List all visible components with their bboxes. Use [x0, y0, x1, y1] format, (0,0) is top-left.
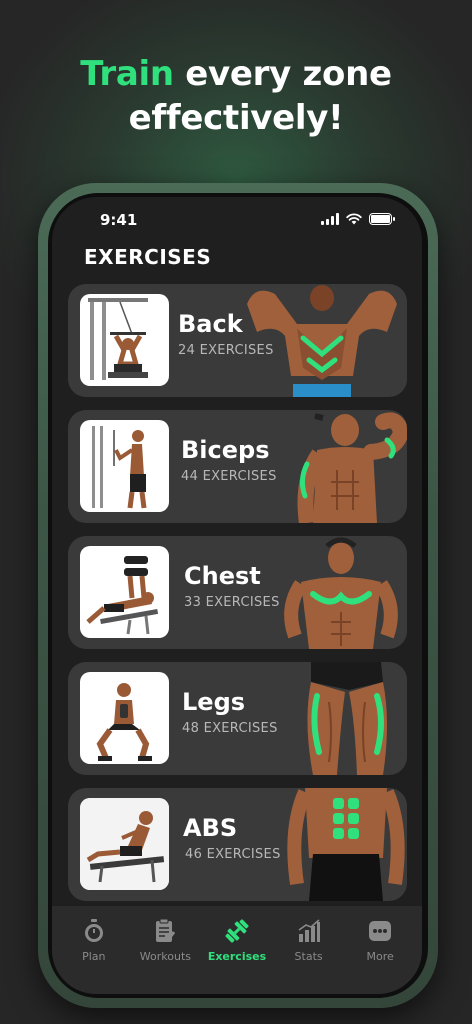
promo-stage: Train every zone effectively! 9:41 EXERC…	[0, 0, 472, 1024]
phone-screen: 9:41 EXERCISES Back 24 EXERCISES Biceps …	[52, 197, 422, 994]
bottom-tab-bar: Plan Workouts Exercises Stats More	[52, 906, 422, 994]
status-bar: 9:41	[52, 209, 422, 231]
stopwatch-icon	[84, 919, 103, 942]
abs-exercise-thumbnail	[80, 798, 169, 890]
dumbbell-icon	[225, 919, 249, 943]
exercise-count: 44 EXERCISES	[181, 469, 277, 484]
exercise-card-back[interactable]: Back 24 EXERCISES	[68, 284, 407, 397]
more-dots-icon	[369, 921, 392, 941]
tab-label: Exercises	[207, 950, 267, 963]
clipboard-icon	[156, 918, 176, 942]
exercise-card-legs[interactable]: Legs 48 EXERCISES	[68, 662, 407, 775]
tab-label: More	[366, 950, 394, 963]
tab-plan[interactable]: Plan	[59, 914, 129, 994]
chest-muscle-illustration	[237, 536, 407, 649]
exercise-count: 24 EXERCISES	[178, 343, 274, 358]
back-muscle-illustration	[237, 284, 407, 397]
headline-accent: Train	[80, 54, 174, 94]
tab-label: Stats	[294, 950, 323, 963]
wifi-icon	[346, 213, 362, 225]
screen-title: EXERCISES	[84, 245, 212, 269]
tab-stats[interactable]: Stats	[274, 914, 344, 994]
exercise-card-biceps[interactable]: Biceps 44 EXERCISES	[68, 410, 407, 523]
exercise-name: Back	[178, 310, 243, 338]
bar-chart-icon	[298, 919, 320, 942]
exercise-count: 46 EXERCISES	[185, 847, 281, 862]
exercise-name: Biceps	[181, 436, 270, 464]
exercise-name: ABS	[183, 814, 238, 842]
promo-headline: Train every zone effectively!	[0, 52, 472, 140]
tab-more[interactable]: More	[345, 914, 415, 994]
exercise-count: 33 EXERCISES	[184, 595, 280, 610]
legs-muscle-illustration	[237, 662, 407, 775]
biceps-exercise-thumbnail	[80, 420, 169, 512]
cellular-signal-icon	[321, 213, 339, 225]
exercise-card-chest[interactable]: Chest 33 EXERCISES	[68, 536, 407, 649]
headline-line1: every zone	[173, 54, 392, 94]
battery-icon	[369, 213, 395, 225]
legs-exercise-thumbnail	[80, 672, 169, 764]
abs-muscle-illustration	[237, 788, 407, 901]
tab-label: Plan	[82, 950, 106, 963]
tab-label: Workouts	[139, 950, 191, 963]
back-exercise-thumbnail	[80, 294, 169, 386]
tab-exercises[interactable]: Exercises	[202, 914, 272, 994]
chest-exercise-thumbnail	[80, 546, 169, 638]
headline-line2: effectively!	[128, 98, 344, 138]
exercise-name: Chest	[184, 562, 261, 590]
exercise-list: Back 24 EXERCISES Biceps 44 EXERCISES Ch…	[68, 284, 407, 914]
biceps-muscle-illustration	[237, 410, 407, 523]
tab-workouts[interactable]: Workouts	[130, 914, 200, 994]
exercise-count: 48 EXERCISES	[182, 721, 278, 736]
exercise-name: Legs	[182, 688, 246, 716]
exercise-card-abs[interactable]: ABS 46 EXERCISES	[68, 788, 407, 901]
status-time: 9:41	[100, 211, 138, 229]
